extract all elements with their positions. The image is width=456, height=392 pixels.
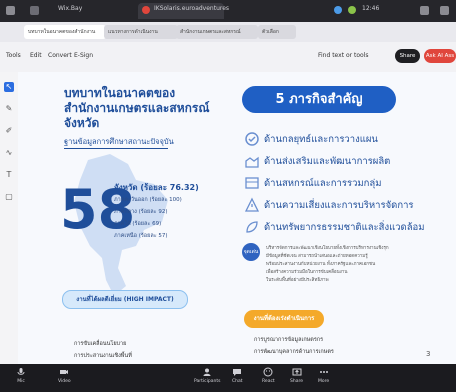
mission-label: ด้านส่งเสริมและพัฒนาการผลิต <box>264 156 391 167</box>
menu-edit[interactable]: Edit <box>30 52 42 59</box>
app-toolbar: Tools Edit Convert E-Sign Find text or t… <box>0 42 456 73</box>
back-icon[interactable] <box>30 6 39 15</box>
text-icon[interactable]: T <box>4 170 14 180</box>
high-impact-pill: งานที่ได้ผลดีเยี่ยม (HIGH IMPACT) <box>62 290 188 309</box>
quickwin-pill: งานที่ต้องเร่งดำเนินการ <box>244 310 324 328</box>
browser-tab[interactable]: ตัวเลือก <box>258 25 296 39</box>
description-line: บริหารจัดการและพัฒนาเชิงนโยบายทั้งเชิงกา… <box>266 246 389 251</box>
close-icon[interactable] <box>440 6 449 15</box>
region-stat: ภาคเหนือ (ร้อยละ 57) <box>114 233 168 239</box>
production-icon <box>245 156 259 168</box>
description-line: เพื่อสร้างความร่วมมือในการขับเคลื่อนงาน <box>266 270 348 275</box>
minimize-icon[interactable] <box>420 6 429 15</box>
window-menu-icon[interactable] <box>6 6 15 15</box>
stamp-icon[interactable]: ▢ <box>4 192 14 202</box>
menu-tools[interactable]: Tools <box>6 52 21 59</box>
app-icon <box>142 6 150 14</box>
comment-icon[interactable]: ✎ <box>4 104 14 114</box>
share-screen-icon <box>292 368 301 376</box>
mic-label: Mic <box>17 379 25 384</box>
missions-title-pill: 5 ภารกิจสำคัญ <box>242 86 396 113</box>
react-label: React <box>262 379 275 384</box>
participants-button[interactable]: Participants <box>194 367 220 384</box>
menu-convert[interactable]: Convert <box>48 52 72 59</box>
draw-icon[interactable]: ∿ <box>4 148 14 158</box>
cursor-icon[interactable]: ↖ <box>4 82 14 92</box>
region-stat: ภาคใต้ (ร้อยละ 69) <box>114 221 162 227</box>
description-line: มีข้อมูลที่ชัดเจน สามารถนำเสนอและถ่ายทอด… <box>266 254 368 259</box>
mic-button[interactable]: Mic <box>16 367 26 384</box>
right-bullet: การบูรณาการข้อมูลเกษตรกร <box>254 337 324 343</box>
ask-ai-button[interactable]: Ask AI Ass <box>424 49 456 63</box>
highlight-icon[interactable]: ✐ <box>4 126 14 136</box>
page-number: 3 <box>426 350 431 358</box>
browser-tab[interactable]: สำนักงานเกษตรและสหกรณ์ <box>176 25 258 39</box>
strategy-icon <box>245 132 259 146</box>
browser-tab[interactable]: บทบาทในอนาคตของสำนักงาน <box>24 25 106 39</box>
chat-label: Chat <box>232 379 243 384</box>
description-line: พร้อมประสานงานกับหน่วยงาน ทั้งภาครัฐและภ… <box>266 262 376 267</box>
more-icon <box>319 371 328 373</box>
clock: 12:46 <box>362 5 380 12</box>
left-bullet: การประสานงานเชิงพื้นที่ <box>74 353 132 359</box>
browser-tab[interactable]: แนวทางการดำเนินงาน <box>104 25 178 39</box>
share-screen-button[interactable]: Share <box>290 367 303 384</box>
smiley-icon <box>263 367 273 377</box>
highlight-badge: จุดเด่น <box>242 243 260 261</box>
more-button[interactable]: More <box>318 367 329 384</box>
description-line: ในระดับพื้นที่อย่างมีประสิทธิภาพ <box>266 278 329 283</box>
slide-subtitle: ฐานข้อมูลการศึกษาสถานะปัจจุบัน <box>64 137 174 146</box>
more-label: More <box>318 379 330 384</box>
camera-icon <box>60 370 69 374</box>
mission-label: ด้านความเสี่ยงและการบริหารจัดการ <box>264 200 414 211</box>
slide-page: บทบาทในอนาคตของ สำนักงานเกษตรและสหกรณ์ จ… <box>18 72 456 364</box>
mission-label: ด้านสหกรณ์และการรวมกลุ่ม <box>264 178 382 189</box>
find-tools-input[interactable]: Find text or tools <box>318 52 368 59</box>
mic-icon <box>17 368 25 375</box>
subtitle-underline <box>64 148 168 149</box>
right-bullet: การพัฒนาบุคลากรด้านการเกษตร <box>254 349 334 355</box>
region-stat: ภาคกลาง (ร้อยละ 92) <box>114 209 168 215</box>
slide-title: บทบาทในอนาคตของ สำนักงานเกษตรและสหกรณ์ จ… <box>64 86 210 130</box>
meeting-control-bar: Mic Video Participants Chat React Share … <box>0 364 456 392</box>
wifi-icon <box>334 6 342 14</box>
environment-icon <box>246 221 258 233</box>
video-label: Video <box>58 379 71 384</box>
react-button[interactable]: React <box>262 367 275 384</box>
risk-icon <box>244 197 260 212</box>
province-label: จังหวัด (ร้อยละ 76.32) <box>114 183 199 192</box>
browser-tab-bar: บทบาทในอนาคตของสำนักงาน แนวทางการดำเนินง… <box>0 22 456 42</box>
left-bullet: การขับเคลื่อนนโยบาย <box>74 341 127 347</box>
chat-icon <box>233 369 242 376</box>
os-tab-label-2[interactable]: IKSolaris.euroadventures <box>154 5 229 12</box>
os-title-bar: Wix.Bay IKSolaris.euroadventures 12:46 <box>0 0 456 22</box>
chat-button[interactable]: Chat <box>232 367 243 384</box>
tool-rail: ↖ ✎ ✐ ∿ T ▢ <box>0 72 19 364</box>
people-icon <box>203 368 211 376</box>
battery-icon <box>348 6 356 14</box>
cooperative-icon <box>245 177 259 189</box>
region-stat: ภาคตะวันออก (ร้อยละ 100) <box>114 197 182 203</box>
mission-label: ด้านกลยุทธ์และการวางแผน <box>264 134 378 145</box>
participants-label: Participants <box>194 379 221 384</box>
share-button[interactable]: Share <box>395 49 420 63</box>
share-screen-label: Share <box>290 379 303 384</box>
menu-esign[interactable]: E-Sign <box>74 52 93 59</box>
video-button[interactable]: Video <box>58 367 71 384</box>
os-tab-label-1[interactable]: Wix.Bay <box>58 5 82 12</box>
mission-label: ด้านทรัพยากรธรรมชาติและสิ่งแวดล้อม <box>264 222 425 233</box>
